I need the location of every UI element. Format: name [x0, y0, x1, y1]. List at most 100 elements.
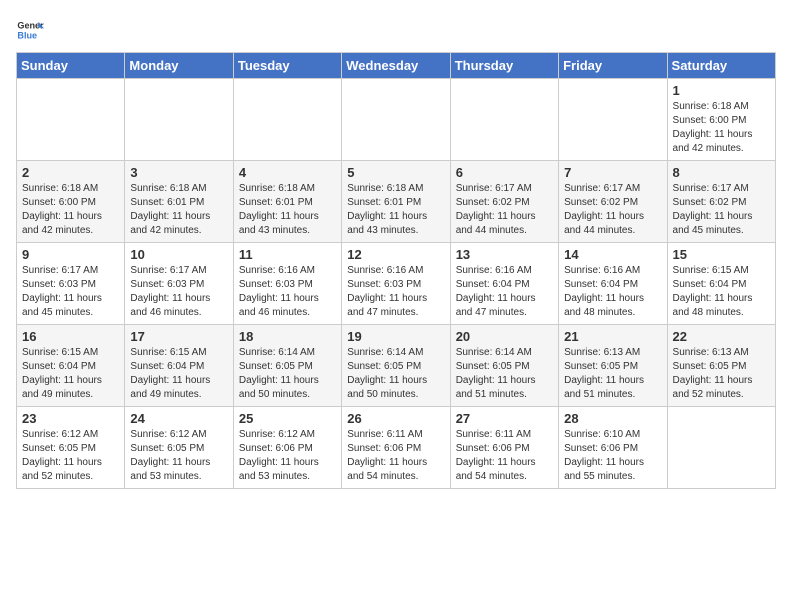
calendar-cell-3-6: 14 Sunrise: 6:16 AM Sunset: 6:04 PM Dayli… [559, 243, 667, 325]
day-number: 9 [22, 247, 119, 262]
day-info: Sunrise: 6:17 AM Sunset: 6:02 PM Dayligh… [564, 182, 661, 238]
calendar-cell-1-4 [342, 79, 450, 161]
day-info: Sunrise: 6:18 AM Sunset: 6:01 PM Dayligh… [239, 182, 336, 238]
day-info: Sunrise: 6:16 AM Sunset: 6:03 PM Dayligh… [239, 264, 336, 320]
day-info: Sunrise: 6:18 AM Sunset: 6:00 PM Dayligh… [673, 100, 770, 156]
day-info: Sunrise: 6:17 AM Sunset: 6:02 PM Dayligh… [673, 182, 770, 238]
day-number: 14 [564, 247, 661, 262]
day-number: 11 [239, 247, 336, 262]
day-number: 18 [239, 329, 336, 344]
weekday-header-tuesday: Tuesday [233, 53, 341, 79]
calendar-cell-4-3: 18 Sunrise: 6:14 AM Sunset: 6:05 PM Dayli… [233, 325, 341, 407]
calendar-table: SundayMondayTuesdayWednesdayThursdayFrid… [16, 52, 776, 489]
calendar-cell-4-7: 22 Sunrise: 6:13 AM Sunset: 6:05 PM Dayli… [667, 325, 775, 407]
day-number: 25 [239, 411, 336, 426]
day-number: 3 [130, 165, 227, 180]
day-number: 26 [347, 411, 444, 426]
day-number: 13 [456, 247, 553, 262]
day-info: Sunrise: 6:13 AM Sunset: 6:05 PM Dayligh… [564, 346, 661, 402]
day-info: Sunrise: 6:17 AM Sunset: 6:03 PM Dayligh… [130, 264, 227, 320]
calendar-cell-4-6: 21 Sunrise: 6:13 AM Sunset: 6:05 PM Dayli… [559, 325, 667, 407]
day-info: Sunrise: 6:14 AM Sunset: 6:05 PM Dayligh… [456, 346, 553, 402]
calendar-week-row-5: 23Sunrise: 6:12 AM Sunset: 6:05 PM Dayli… [17, 407, 776, 489]
day-info: Sunrise: 6:17 AM Sunset: 6:02 PM Dayligh… [456, 182, 553, 238]
calendar-cell-3-5: 13 Sunrise: 6:16 AM Sunset: 6:04 PM Dayli… [450, 243, 558, 325]
day-number: 10 [130, 247, 227, 262]
day-number: 28 [564, 411, 661, 426]
calendar-cell-4-4: 19 Sunrise: 6:14 AM Sunset: 6:05 PM Dayli… [342, 325, 450, 407]
calendar-cell-2-3: 4Sunrise: 6:18 AM Sunset: 6:01 PM Daylig… [233, 161, 341, 243]
day-info: Sunrise: 6:18 AM Sunset: 6:01 PM Dayligh… [130, 182, 227, 238]
day-info: Sunrise: 6:13 AM Sunset: 6:05 PM Dayligh… [673, 346, 770, 402]
day-info: Sunrise: 6:12 AM Sunset: 6:05 PM Dayligh… [130, 428, 227, 484]
day-info: Sunrise: 6:16 AM Sunset: 6:04 PM Dayligh… [456, 264, 553, 320]
day-number: 6 [456, 165, 553, 180]
day-number: 24 [130, 411, 227, 426]
general-blue-icon: General Blue [16, 16, 44, 44]
svg-text:Blue: Blue [17, 30, 37, 40]
calendar-cell-1-2 [125, 79, 233, 161]
day-number: 19 [347, 329, 444, 344]
day-info: Sunrise: 6:12 AM Sunset: 6:05 PM Dayligh… [22, 428, 119, 484]
calendar-cell-5-3: 25 Sunrise: 6:12 AM Sunset: 6:06 PM Dayli… [233, 407, 341, 489]
day-info: Sunrise: 6:15 AM Sunset: 6:04 PM Dayligh… [22, 346, 119, 402]
day-info: Sunrise: 6:16 AM Sunset: 6:03 PM Dayligh… [347, 264, 444, 320]
day-number: 27 [456, 411, 553, 426]
day-number: 7 [564, 165, 661, 180]
calendar-cell-2-5: 6 Sunrise: 6:17 AM Sunset: 6:02 PM Daylig… [450, 161, 558, 243]
calendar-cell-5-1: 23Sunrise: 6:12 AM Sunset: 6:05 PM Dayli… [17, 407, 125, 489]
calendar-cell-4-5: 20 Sunrise: 6:14 AM Sunset: 6:05 PM Dayli… [450, 325, 558, 407]
day-number: 2 [22, 165, 119, 180]
calendar-cell-2-7: 8 Sunrise: 6:17 AM Sunset: 6:02 PM Daylig… [667, 161, 775, 243]
day-number: 8 [673, 165, 770, 180]
weekday-header-row: SundayMondayTuesdayWednesdayThursdayFrid… [17, 53, 776, 79]
day-info: Sunrise: 6:18 AM Sunset: 6:01 PM Dayligh… [347, 182, 444, 238]
day-number: 21 [564, 329, 661, 344]
day-info: Sunrise: 6:16 AM Sunset: 6:04 PM Dayligh… [564, 264, 661, 320]
page-header: General Blue [16, 16, 776, 44]
day-info: Sunrise: 6:11 AM Sunset: 6:06 PM Dayligh… [347, 428, 444, 484]
logo: General Blue [16, 16, 44, 44]
calendar-cell-2-2: 3 Sunrise: 6:18 AM Sunset: 6:01 PM Daylig… [125, 161, 233, 243]
day-info: Sunrise: 6:15 AM Sunset: 6:04 PM Dayligh… [130, 346, 227, 402]
day-info: Sunrise: 6:14 AM Sunset: 6:05 PM Dayligh… [347, 346, 444, 402]
day-info: Sunrise: 6:14 AM Sunset: 6:05 PM Dayligh… [239, 346, 336, 402]
day-info: Sunrise: 6:11 AM Sunset: 6:06 PM Dayligh… [456, 428, 553, 484]
calendar-body: 1 Sunrise: 6:18 AM Sunset: 6:00 PM Daylig… [17, 79, 776, 489]
day-info: Sunrise: 6:17 AM Sunset: 6:03 PM Dayligh… [22, 264, 119, 320]
weekday-header-saturday: Saturday [667, 53, 775, 79]
calendar-week-row-4: 16 Sunrise: 6:15 AM Sunset: 6:04 PM Dayli… [17, 325, 776, 407]
day-number: 22 [673, 329, 770, 344]
calendar-cell-3-4: 12 Sunrise: 6:16 AM Sunset: 6:03 PM Dayli… [342, 243, 450, 325]
day-number: 16 [22, 329, 119, 344]
calendar-week-row-2: 2 Sunrise: 6:18 AM Sunset: 6:00 PM Daylig… [17, 161, 776, 243]
weekday-header-friday: Friday [559, 53, 667, 79]
calendar-week-row-1: 1 Sunrise: 6:18 AM Sunset: 6:00 PM Daylig… [17, 79, 776, 161]
calendar-cell-5-6: 28 Sunrise: 6:10 AM Sunset: 6:06 PM Dayli… [559, 407, 667, 489]
day-info: Sunrise: 6:15 AM Sunset: 6:04 PM Dayligh… [673, 264, 770, 320]
calendar-week-row-3: 9 Sunrise: 6:17 AM Sunset: 6:03 PM Daylig… [17, 243, 776, 325]
calendar-cell-2-4: 5Sunrise: 6:18 AM Sunset: 6:01 PM Daylig… [342, 161, 450, 243]
calendar-cell-3-3: 11 Sunrise: 6:16 AM Sunset: 6:03 PM Dayli… [233, 243, 341, 325]
calendar-cell-4-2: 17Sunrise: 6:15 AM Sunset: 6:04 PM Dayli… [125, 325, 233, 407]
weekday-header-thursday: Thursday [450, 53, 558, 79]
day-number: 20 [456, 329, 553, 344]
day-info: Sunrise: 6:18 AM Sunset: 6:00 PM Dayligh… [22, 182, 119, 238]
calendar-cell-3-2: 10 Sunrise: 6:17 AM Sunset: 6:03 PM Dayli… [125, 243, 233, 325]
calendar-cell-5-4: 26 Sunrise: 6:11 AM Sunset: 6:06 PM Dayli… [342, 407, 450, 489]
calendar-cell-5-7 [667, 407, 775, 489]
calendar-cell-1-7: 1 Sunrise: 6:18 AM Sunset: 6:00 PM Daylig… [667, 79, 775, 161]
calendar-cell-4-1: 16 Sunrise: 6:15 AM Sunset: 6:04 PM Dayli… [17, 325, 125, 407]
weekday-header-monday: Monday [125, 53, 233, 79]
calendar-cell-1-6 [559, 79, 667, 161]
day-number: 12 [347, 247, 444, 262]
calendar-cell-5-5: 27 Sunrise: 6:11 AM Sunset: 6:06 PM Dayli… [450, 407, 558, 489]
day-info: Sunrise: 6:10 AM Sunset: 6:06 PM Dayligh… [564, 428, 661, 484]
day-number: 15 [673, 247, 770, 262]
calendar-cell-1-3 [233, 79, 341, 161]
day-info: Sunrise: 6:12 AM Sunset: 6:06 PM Dayligh… [239, 428, 336, 484]
calendar-cell-2-6: 7 Sunrise: 6:17 AM Sunset: 6:02 PM Daylig… [559, 161, 667, 243]
calendar-cell-2-1: 2 Sunrise: 6:18 AM Sunset: 6:00 PM Daylig… [17, 161, 125, 243]
weekday-header-sunday: Sunday [17, 53, 125, 79]
day-number: 1 [673, 83, 770, 98]
